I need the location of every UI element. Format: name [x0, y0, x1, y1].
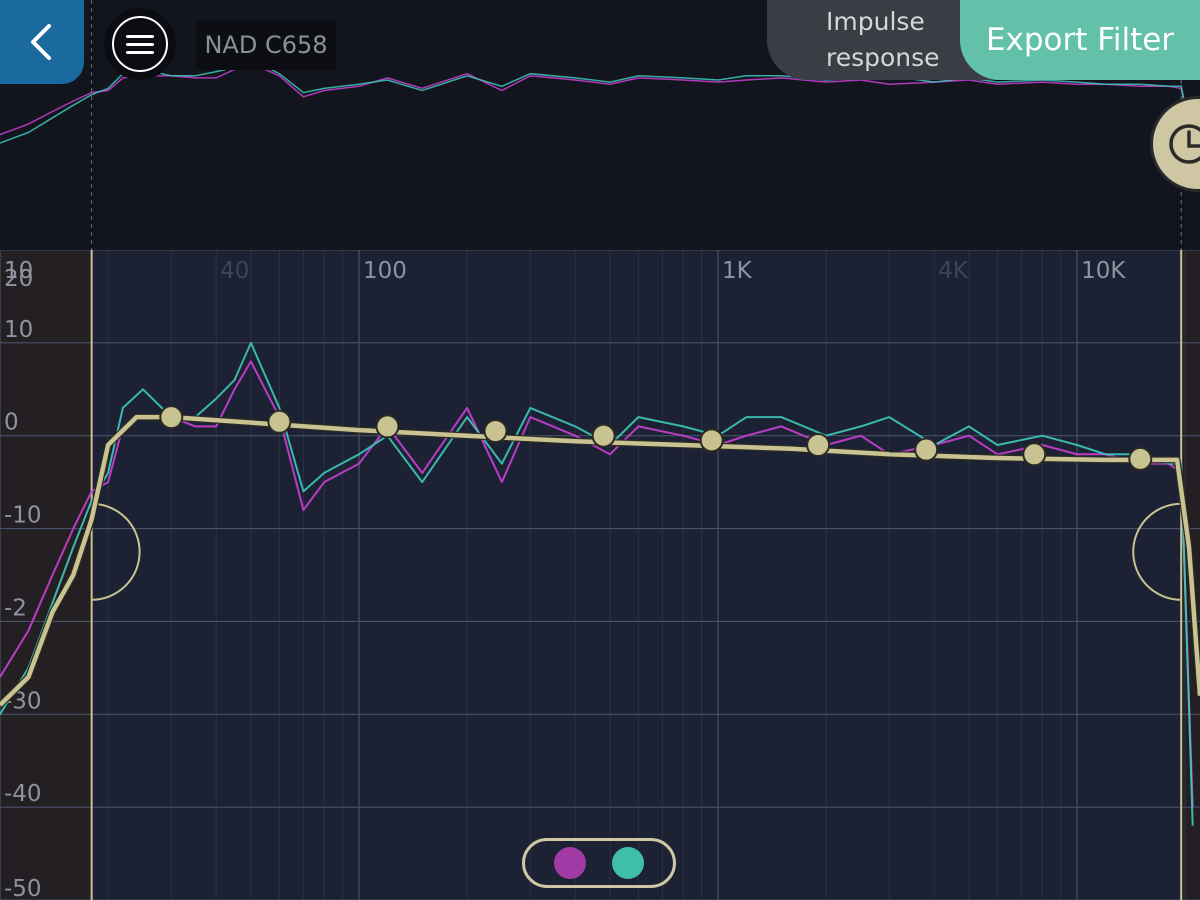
legend-dot-teal[interactable]: [612, 847, 644, 879]
chevron-left-icon: [31, 24, 51, 60]
eq-control-point[interactable]: [699, 428, 724, 453]
y-tick-label: 20: [4, 266, 33, 292]
x-tick-label: 1K: [722, 258, 753, 284]
impulse-label-line1: Impulse: [826, 7, 925, 36]
export-filter-label: Export Filter: [985, 22, 1175, 58]
menu-button[interactable]: [104, 8, 176, 80]
export-filter-button[interactable]: Export Filter: [960, 0, 1200, 80]
y-tick-label: -2: [4, 595, 27, 621]
y-tick-label: -10: [4, 503, 42, 529]
eq-control-point[interactable]: [914, 437, 939, 462]
frequency-response-chart[interactable]: 10 40 100 1K 4K 10K 20 10 0 -10 -2 -30 -40 -50: [0, 250, 1200, 900]
x-tick-label: 4K: [938, 258, 969, 284]
eq-control-point[interactable]: [591, 423, 616, 448]
history-button[interactable]: [1150, 96, 1200, 192]
eq-control-point[interactable]: [1128, 446, 1153, 471]
device-name-label: NAD C658: [196, 20, 336, 70]
x-tick-label: 100: [363, 258, 407, 284]
back-button[interactable]: [0, 0, 84, 84]
eq-control-point[interactable]: [159, 405, 184, 430]
eq-control-point[interactable]: [1022, 442, 1047, 467]
eq-control-point[interactable]: [806, 433, 831, 457]
eq-control-point[interactable]: [375, 414, 400, 439]
series-legend: [522, 838, 676, 888]
y-tick-label: 0: [4, 410, 19, 436]
y-tick-label: -40: [4, 781, 42, 807]
impulse-label-line2: response: [826, 43, 940, 72]
clock-icon: [1169, 124, 1200, 164]
frequency-response-plot[interactable]: 10 40 100 1K 4K 10K20100-10-2-30-40-50: [0, 250, 1200, 900]
eq-control-point[interactable]: [483, 419, 508, 444]
target-curve: [0, 414, 1200, 707]
high-cut-handle[interactable]: [1132, 502, 1182, 601]
eq-control-point[interactable]: [267, 409, 292, 434]
hamburger-menu-icon: [112, 16, 168, 72]
x-tick-label: 10K: [1081, 258, 1126, 284]
y-tick-label: -50: [4, 876, 42, 900]
legend-dot-magenta[interactable]: [554, 847, 586, 879]
y-tick-label: 10: [4, 317, 33, 343]
x-tick-label: 40: [220, 258, 249, 284]
low-cut-handle[interactable]: [91, 502, 141, 601]
